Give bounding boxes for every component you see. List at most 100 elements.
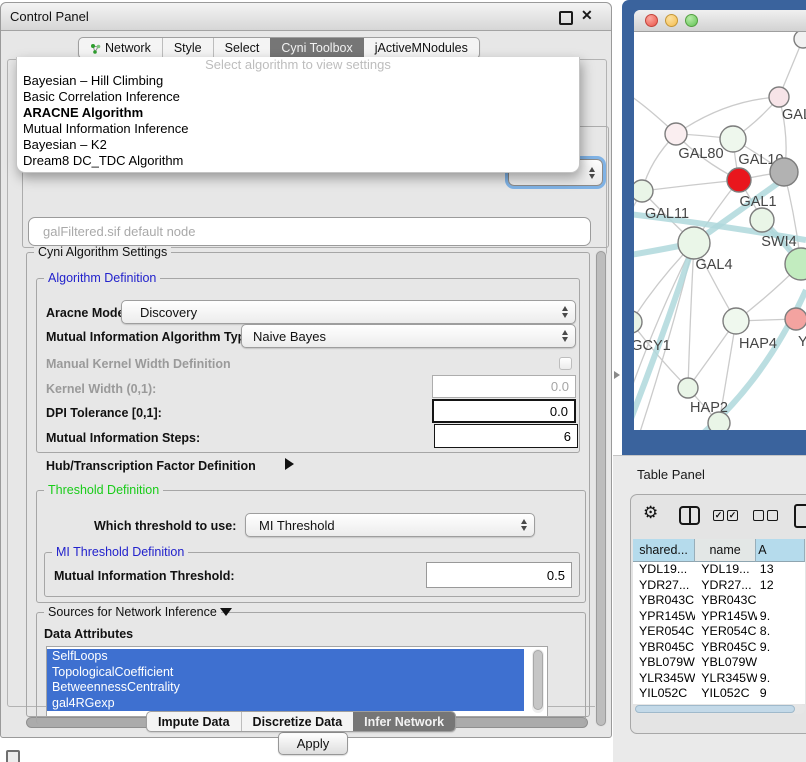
apply-button[interactable]: Apply xyxy=(278,732,348,755)
table-cell: 13 xyxy=(757,562,805,578)
table-row[interactable]: YDL19...YDL19...13 xyxy=(633,562,805,578)
table-panel-title: Table Panel xyxy=(637,467,705,482)
cyni-bottom-tabbar: Impute DataDiscretize DataInfer Network xyxy=(146,711,456,732)
control-panel-tabbar: NetworkStyleSelectCyni Toolbox jActiveMNo… xyxy=(78,37,480,59)
column-header-shared...[interactable]: shared... xyxy=(633,539,695,562)
network-node[interactable] xyxy=(770,158,798,186)
manual-kernel-checkbox[interactable] xyxy=(559,357,572,370)
table-cell: 8. xyxy=(757,624,805,640)
checked-box-icon[interactable]: ✓ xyxy=(727,510,738,521)
network-selector-combobox[interactable]: galFiltered.sif default node xyxy=(28,217,591,246)
network-node[interactable] xyxy=(708,412,730,430)
algorithm-option[interactable]: Mutual Information Inference xyxy=(17,121,579,137)
settings-vertical-scrollbar[interactable] xyxy=(595,250,607,727)
node-label: GAL xyxy=(782,107,806,123)
mi-threshold-value: 0.5 xyxy=(547,568,565,583)
minimize-traffic-light-icon[interactable] xyxy=(665,14,678,27)
tab-cyni-toolbox[interactable]: Cyni Toolbox xyxy=(270,38,363,58)
table-cell: YBR043C xyxy=(633,593,695,609)
network-node-hap2[interactable] xyxy=(678,378,698,398)
data-attribute-item[interactable]: TopologicalCoefficient xyxy=(47,665,524,681)
network-node-gal11[interactable] xyxy=(634,180,653,202)
network-edge[interactable] xyxy=(642,180,739,191)
mi-threshold-input[interactable]: 0.5 xyxy=(426,562,572,588)
algorithm-option[interactable]: Dream8 DC_TDC Algorithm xyxy=(17,153,579,169)
network-node[interactable] xyxy=(794,32,806,48)
aracne-mode-combobox[interactable]: Discovery xyxy=(121,300,576,324)
mi-threshold-group-title: MI Threshold Definition xyxy=(52,545,188,559)
table-cell: YBL079W xyxy=(695,655,757,671)
close-icon[interactable]: ✕ xyxy=(581,7,593,24)
data-attributes-list[interactable]: SelfLoopsTopologicalCoefficientBetweenne… xyxy=(46,646,548,717)
algorithm-option[interactable]: ARACNE Algorithm xyxy=(17,105,579,121)
kernel-width-label: Kernel Width (0,1): xyxy=(46,382,156,396)
network-node-gcy1[interactable] xyxy=(634,311,642,333)
column-header-A[interactable]: A xyxy=(756,539,805,562)
unchecked-box-icon[interactable] xyxy=(767,510,778,521)
mi-type-combobox[interactable]: Naive Bayes xyxy=(241,324,576,348)
tab-impute-data[interactable]: Impute Data xyxy=(147,712,241,731)
which-threshold-value: MI Threshold xyxy=(246,518,335,533)
algorithm-dropdown-popup: Select algorithm to view settings Bayesi… xyxy=(16,57,580,173)
unchecked-box-icon[interactable] xyxy=(753,510,764,521)
column-header-name[interactable]: name xyxy=(695,539,756,562)
network-node-swi4[interactable] xyxy=(750,208,774,232)
kernel-width-input[interactable]: 0.0 xyxy=(432,375,576,398)
table-row[interactable]: YDR27...YDR27...12 xyxy=(633,578,805,594)
table-cell: YPR145W xyxy=(695,609,757,625)
data-attribute-item[interactable]: gal4RGexp xyxy=(47,696,524,712)
expand-arrow-icon[interactable] xyxy=(285,458,294,470)
network-node-hap4[interactable] xyxy=(723,308,749,334)
list-scrollbar[interactable] xyxy=(532,649,544,713)
zoom-traffic-light-icon[interactable] xyxy=(685,14,698,27)
network-node-gal4[interactable] xyxy=(678,227,710,259)
table-row[interactable]: YLR345WYLR345W9. xyxy=(633,671,805,687)
network-node-gal[interactable] xyxy=(769,87,789,107)
table-cell: YPR145W xyxy=(633,609,695,625)
table-row[interactable]: YIL052CYIL052C9 xyxy=(633,686,805,702)
network-window-titlebar[interactable] xyxy=(634,10,806,32)
network-node-gal1[interactable] xyxy=(727,168,751,192)
table-horizontal-scrollbar[interactable] xyxy=(634,704,805,714)
tab-jactivemnodules[interactable]: jActiveMNodules xyxy=(364,38,479,58)
gear-icon[interactable]: ⚙ xyxy=(643,504,658,521)
data-attribute-item[interactable]: SelfLoops xyxy=(47,649,524,665)
panel-resize-arrow-icon[interactable] xyxy=(614,371,620,379)
table-cell: YBR043C xyxy=(695,593,757,609)
algorithm-option[interactable]: Bayesian – K2 xyxy=(17,137,579,153)
tab-label: jActiveMNodules xyxy=(375,41,468,55)
mi-steps-input[interactable]: 6 xyxy=(434,424,578,448)
corner-widget-icon[interactable] xyxy=(6,750,20,762)
control-panel-titlebar[interactable]: Control Panel ✕ xyxy=(1,3,611,31)
table-row[interactable]: YBR045CYBR045C9. xyxy=(633,640,805,656)
tab-select[interactable]: Select xyxy=(213,38,271,58)
table-row[interactable]: YPR145WYPR145W9. xyxy=(633,609,805,625)
file-icon[interactable] xyxy=(794,504,806,528)
network-node-y[interactable] xyxy=(785,308,806,330)
algorithm-option[interactable]: Basic Correlation Inference xyxy=(17,89,579,105)
table-row[interactable]: YER054CYER054C8. xyxy=(633,624,805,640)
close-traffic-light-icon[interactable] xyxy=(645,14,658,27)
split-columns-icon[interactable] xyxy=(679,506,700,525)
checked-box-icon[interactable]: ✓ xyxy=(713,510,724,521)
which-threshold-label: Which threshold to use: xyxy=(94,519,236,533)
algorithm-option[interactable]: Bayesian – Hill Climbing xyxy=(17,73,579,89)
collapse-arrow-icon[interactable] xyxy=(220,608,232,616)
tab-infer-network[interactable]: Infer Network xyxy=(353,712,455,731)
tab-network[interactable]: Network xyxy=(79,38,162,58)
which-threshold-combobox[interactable]: MI Threshold xyxy=(245,513,535,537)
network-node-gal80[interactable] xyxy=(665,123,687,145)
table-row[interactable]: YBL079WYBL079W xyxy=(633,655,805,671)
table-cell: 9. xyxy=(757,671,805,687)
data-attribute-item[interactable]: BetweennessCentrality xyxy=(47,680,524,696)
table-cell: YIL052C xyxy=(695,686,757,702)
network-canvas[interactable]: GALGAL80GAL10GAL1GAL11SWI4GAL4GCY1HAP4YH… xyxy=(634,32,806,430)
screenshot-root: Control Panel ✕ NetworkStyleSelectCyni T… xyxy=(0,0,806,762)
dpi-tolerance-input[interactable]: 0.0 xyxy=(432,399,576,423)
tab-discretize-data[interactable]: Discretize Data xyxy=(241,712,354,731)
tab-style[interactable]: Style xyxy=(162,38,213,58)
network-window-frame[interactable]: GALGAL80GAL10GAL1GAL11SWI4GAL4GCY1HAP4YH… xyxy=(622,0,806,455)
maximize-icon[interactable] xyxy=(559,11,573,25)
network-node-gal10[interactable] xyxy=(720,126,746,152)
table-row[interactable]: YBR043CYBR043C xyxy=(633,593,805,609)
